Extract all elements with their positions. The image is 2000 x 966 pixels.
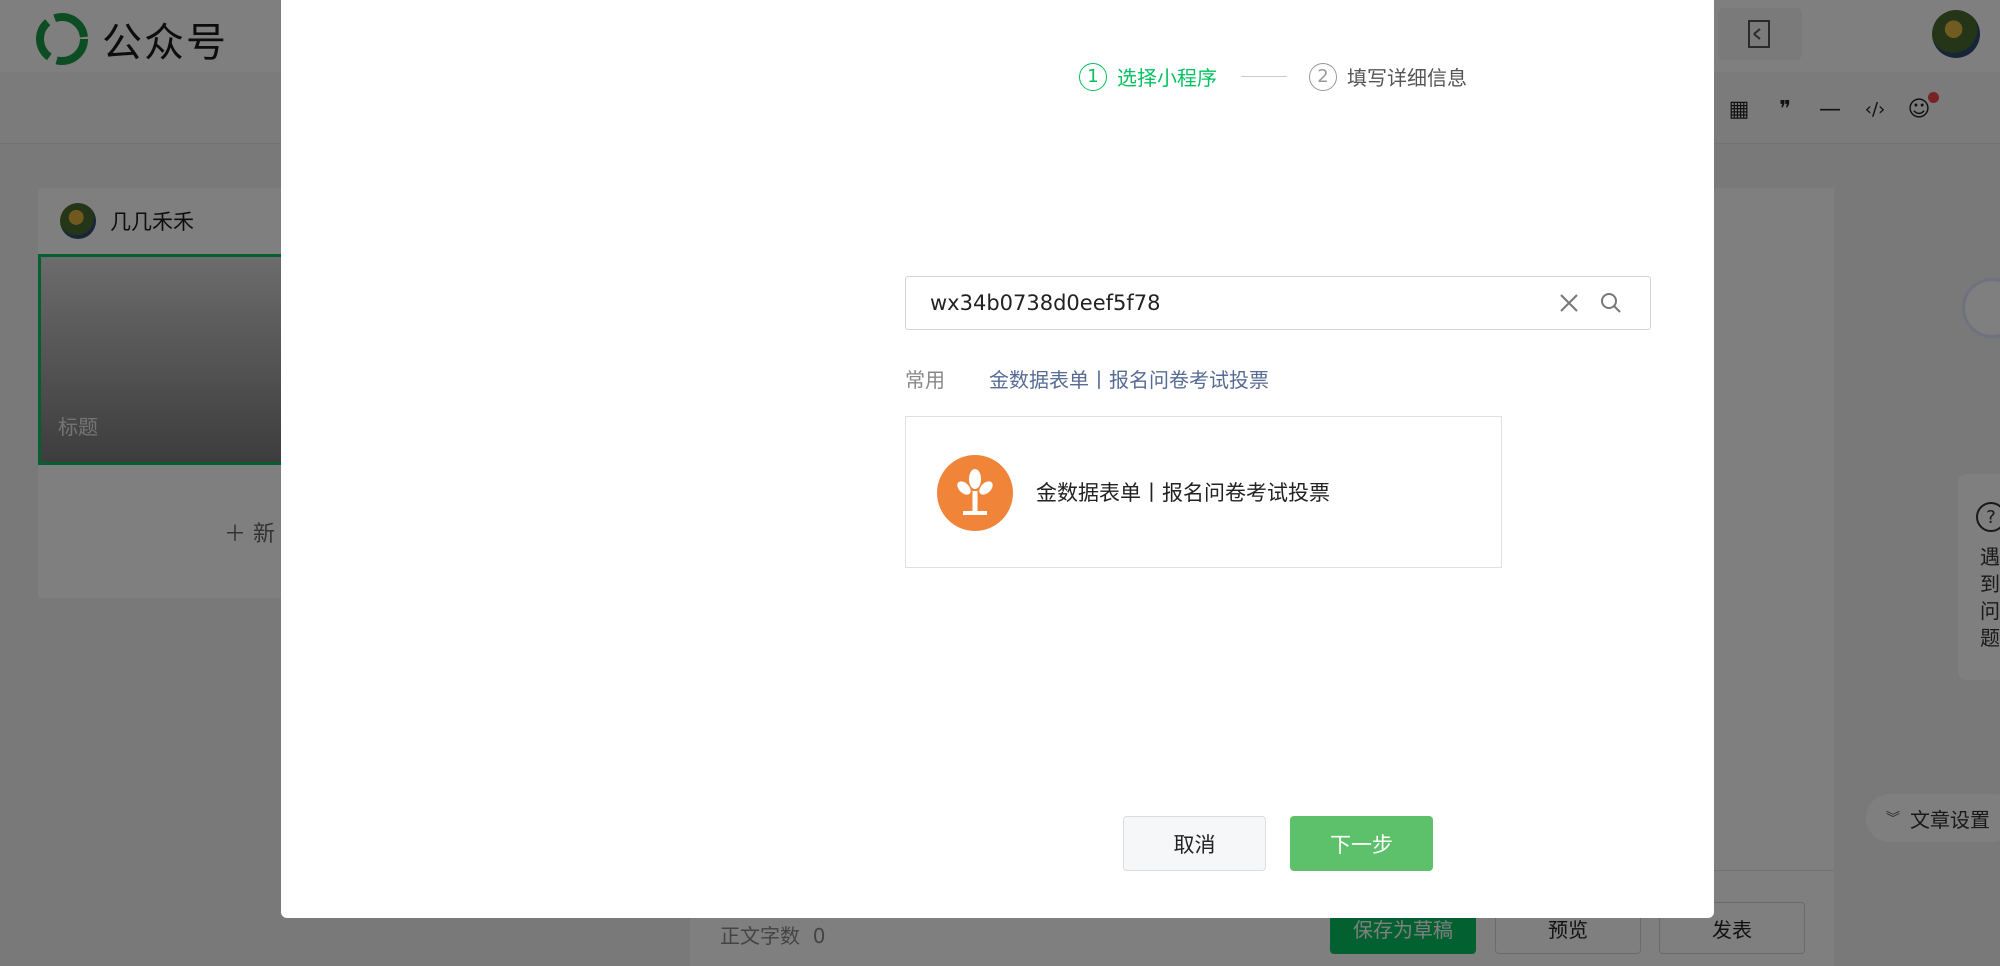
common-mini-program-link[interactable]: 金数据表单丨报名问卷考试投票 — [989, 364, 1269, 393]
step-select-mini-program: 1 选择小程序 — [1079, 62, 1217, 91]
mini-program-dialog: 1 选择小程序 2 填写详细信息 常用 金数据表单丨报名问卷考试投票 金数据表单… — [281, 0, 1714, 918]
step-indicator: 1 选择小程序 2 填写详细信息 — [1079, 62, 1467, 91]
tree-icon — [957, 469, 993, 515]
clear-icon[interactable] — [1557, 291, 1581, 315]
mini-program-logo — [937, 455, 1013, 531]
search-input[interactable] — [930, 277, 1530, 329]
step-fill-details: 2 填写详细信息 — [1309, 62, 1467, 91]
search-result-item[interactable]: 金数据表单丨报名问卷考试投票 — [905, 416, 1502, 568]
cancel-button[interactable]: 取消 — [1123, 816, 1266, 871]
step-connector — [1241, 76, 1287, 77]
common-label: 常用 — [905, 368, 945, 392]
mini-program-name: 金数据表单丨报名问卷考试投票 — [1036, 481, 1330, 505]
search-box — [905, 276, 1651, 330]
next-step-button[interactable]: 下一步 — [1290, 816, 1433, 871]
search-icon[interactable] — [1599, 291, 1623, 315]
